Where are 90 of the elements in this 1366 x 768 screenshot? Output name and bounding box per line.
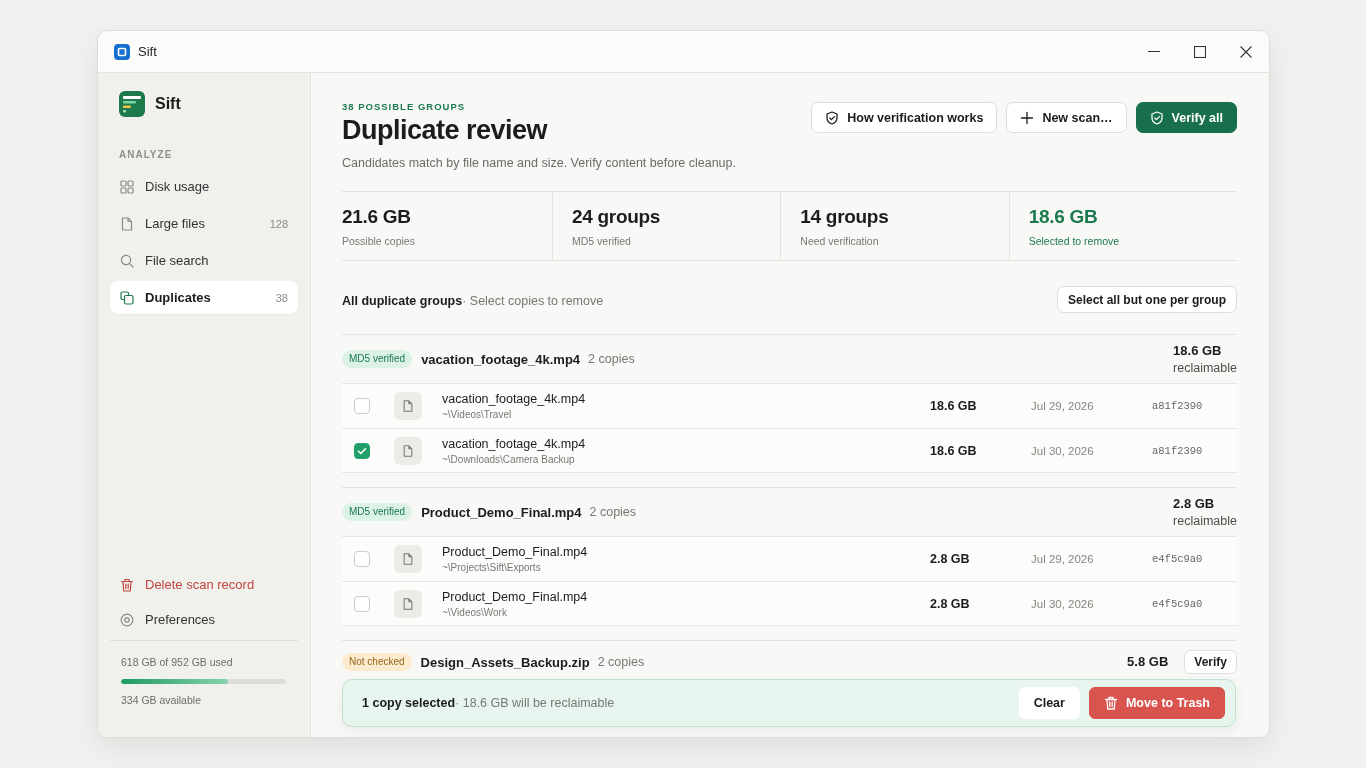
grid-icon (120, 179, 134, 194)
duplicate-icon (120, 290, 134, 305)
selection-detail: · 18.6 GB will be reclaimable (455, 696, 615, 710)
sidebar-item[interactable]: File search (110, 244, 298, 277)
verify-button[interactable]: Verify (1184, 650, 1237, 674)
reclaimable-size: 5.8 GB (1127, 653, 1169, 671)
file-hash: a81f2390 (1152, 400, 1204, 412)
checkbox[interactable] (354, 398, 370, 414)
settings-icon (120, 612, 134, 627)
reclaimable-size: 2.8 GB (1173, 494, 1216, 513)
app-icon (114, 43, 130, 60)
stat-value: 18.6 GB (1028, 205, 1099, 229)
status-badge: MD5 verified (342, 503, 413, 521)
section-label: ANALYZE (119, 149, 174, 161)
stat-label: Selected to remove (1028, 234, 1121, 248)
trash-icon (120, 577, 134, 592)
item-count: 128 (269, 217, 288, 230)
copies-count: 2 copies (589, 505, 637, 519)
sidebar-item[interactable]: Preferences (110, 603, 298, 636)
file-size: 18.6 GB (930, 399, 978, 413)
maximize-icon (1194, 45, 1206, 58)
shield-check-icon (825, 110, 840, 125)
file-size: 2.8 GB (930, 596, 971, 611)
sidebar-item[interactable]: Large files 128 (110, 207, 298, 240)
reclaimable-size: 18.6 GB (1173, 341, 1223, 360)
trash-icon (1103, 696, 1118, 710)
move-to-trash-button[interactable]: Move to Trash (1088, 687, 1225, 719)
file-date: Jul 29, 2026 (1031, 553, 1095, 565)
window-title: Sift (138, 44, 157, 59)
file-path: ~\Projects\Sift\Exports (442, 561, 542, 574)
file-path: ~\Videos\Travel (442, 408, 513, 421)
sidebar-item[interactable]: Disk usage (110, 170, 298, 203)
logo-icon (119, 91, 145, 117)
file-hash: a81f2390 (1152, 444, 1204, 457)
file-icon (394, 392, 422, 420)
storage-used: 618 GB of 952 GB used (120, 655, 234, 669)
clear-button[interactable]: Clear (1018, 687, 1080, 719)
page-subtitle: Candidates match by file name and size. Verify content before cleanup. (342, 155, 736, 171)
plus-icon (1020, 110, 1035, 125)
action-button[interactable]: Verify all (1135, 102, 1237, 133)
group-file-name: vacation_footage_4k.mp4 (421, 351, 581, 367)
action-button[interactable]: New scan… (1006, 102, 1127, 133)
search-icon (120, 253, 134, 268)
file-icon (394, 589, 422, 618)
item-count: 38 (275, 291, 288, 304)
action-button[interactable]: How verification works (811, 102, 998, 133)
file-date: Jul 30, 2026 (1031, 597, 1095, 610)
stat-label: Need verification (800, 234, 880, 248)
file-date: Jul 30, 2026 (1031, 444, 1095, 457)
close-icon (1240, 45, 1252, 58)
file-icon (394, 436, 422, 465)
status-badge: Not checked (342, 653, 412, 671)
file-path: ~\Videos\Work (442, 605, 508, 619)
stat-value: 24 groups (572, 205, 662, 229)
copies-count: 2 copies (588, 352, 635, 366)
checkbox[interactable] (354, 442, 370, 459)
status-badge: MD5 verified (342, 350, 413, 368)
group-file-name: Design_Assets_Backup.zip (420, 654, 590, 670)
file-path: ~\Downloads\Camera Backup (442, 452, 576, 466)
stat-label: Possible copies (342, 234, 416, 248)
shield-check-icon (1149, 110, 1164, 125)
sidebar-item[interactable]: Delete scan record (110, 568, 298, 601)
checkbox[interactable] (354, 595, 370, 612)
file-size: 2.8 GB (930, 552, 971, 566)
file-icon (394, 545, 422, 573)
stat-value: 14 groups (800, 205, 890, 229)
storage-available: 334 GB available (120, 693, 202, 707)
checkbox[interactable] (354, 551, 370, 567)
select-all-button[interactable]: Select all but one per group (1056, 286, 1237, 313)
stat-label: MD5 verified (572, 234, 632, 248)
stat-value: 21.6 GB (342, 205, 412, 229)
group-file-name: Product_Demo_Final.mp4 (421, 504, 582, 520)
file-hash: e4f5c9a0 (1152, 597, 1204, 610)
file-name: Product_Demo_Final.mp4 (442, 588, 589, 605)
section-hint: · Select copies to remove (462, 293, 604, 308)
file-icon (120, 216, 134, 231)
brand-name: Sift (155, 95, 181, 113)
sidebar-item[interactable]: Duplicates 38 (110, 281, 298, 314)
copies-count: 2 copies (597, 655, 645, 669)
file-name: vacation_footage_4k.mp4 (442, 391, 587, 407)
file-date: Jul 29, 2026 (1031, 400, 1095, 412)
file-name: Product_Demo_Final.mp4 (442, 544, 589, 560)
file-name: vacation_footage_4k.mp4 (442, 435, 587, 452)
eyebrow-label: 38 POSSIBLE GROUPS (342, 101, 467, 113)
file-hash: e4f5c9a0 (1152, 553, 1204, 565)
page-title: Duplicate review (342, 114, 549, 147)
minimize-icon (1148, 50, 1160, 53)
reclaimable-label: reclaimable (1173, 512, 1237, 530)
file-size: 18.6 GB (930, 443, 978, 458)
reclaimable-label: reclaimable (1173, 359, 1237, 377)
